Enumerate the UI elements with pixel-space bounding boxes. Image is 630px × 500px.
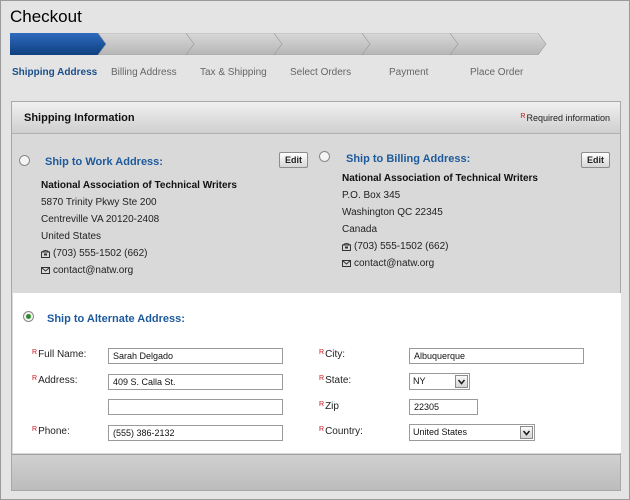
- edit-work-address-button[interactable]: Edit: [279, 152, 308, 168]
- work-address-email[interactable]: contact@natw.org: [53, 262, 133, 279]
- chevron-down-icon[interactable]: [455, 375, 468, 388]
- step-label-billing-address[interactable]: Billing Address: [111, 67, 177, 78]
- panel-title: Shipping Information: [24, 112, 135, 124]
- progress-chevrons: [10, 32, 547, 56]
- billing-address-phone-line: (703) 555-1502 (662): [342, 238, 538, 255]
- checkout-progress-bar: [10, 32, 550, 56]
- shipping-information-panel: Shipping Information RRequired informati…: [11, 101, 621, 491]
- billing-address-email[interactable]: contact@natw.org: [354, 255, 434, 272]
- chevron-down-icon[interactable]: [520, 426, 533, 439]
- work-address-line3: United States: [41, 231, 102, 242]
- zip-field[interactable]: [409, 399, 478, 415]
- work-address-block: National Association of Technical Writer…: [41, 177, 237, 279]
- required-marker: R: [520, 113, 526, 120]
- required-information-text: Required information: [526, 113, 610, 123]
- billing-address-line1: P.O. Box 345: [342, 190, 401, 201]
- phone-icon: [41, 250, 50, 258]
- step-chevron-2[interactable]: [97, 32, 195, 56]
- phone-label: RPhone:: [32, 426, 70, 437]
- required-marker: R: [32, 349, 38, 356]
- step-label-payment[interactable]: Payment: [389, 67, 428, 78]
- work-address-line2: Centreville VA 20120-2408: [41, 214, 160, 225]
- step-chevron-5[interactable]: [361, 32, 459, 56]
- address-label: RAddress:: [32, 375, 78, 386]
- work-address-email-line: contact@natw.org: [41, 262, 237, 279]
- required-information-note: RRequired information: [520, 113, 610, 123]
- envelope-icon: [342, 260, 351, 267]
- full-name-label: RFull Name:: [32, 349, 87, 360]
- country-selected-value: United States: [413, 427, 468, 437]
- required-marker: R: [319, 401, 325, 408]
- alternate-address-radio[interactable]: [23, 311, 34, 322]
- panel-footer: [12, 454, 620, 490]
- required-marker: R: [32, 426, 38, 433]
- phone-icon: [342, 243, 351, 251]
- full-name-field[interactable]: [108, 348, 283, 364]
- edit-billing-address-button[interactable]: Edit: [581, 152, 610, 168]
- zip-label: RZip: [319, 401, 339, 412]
- envelope-icon: [41, 267, 50, 274]
- alternate-address-section: Ship to Alternate Address: RFull Name: R…: [13, 293, 621, 453]
- city-field[interactable]: [409, 348, 584, 364]
- step-label-shipping-address[interactable]: Shipping Address: [12, 67, 97, 78]
- work-address-radio[interactable]: [19, 155, 30, 166]
- panel-header: Shipping Information RRequired informati…: [12, 102, 620, 134]
- required-marker: R: [319, 426, 325, 433]
- billing-address-heading: Ship to Billing Address:: [346, 153, 471, 165]
- city-label: RCity:: [319, 349, 346, 360]
- billing-address-org: National Association of Technical Writer…: [342, 173, 538, 184]
- state-select[interactable]: NY: [409, 373, 470, 390]
- billing-address-phone: (703) 555-1502 (662): [354, 241, 449, 252]
- page-title: Checkout: [10, 7, 82, 26]
- required-marker: R: [319, 349, 325, 356]
- billing-address-radio[interactable]: [319, 151, 330, 162]
- billing-address-block: National Association of Technical Writer…: [342, 170, 538, 272]
- phone-field[interactable]: [108, 425, 283, 441]
- alternate-address-heading: Ship to Alternate Address:: [47, 313, 185, 325]
- work-address-phone: (703) 555-1502 (662): [53, 248, 148, 259]
- step-label-place-order[interactable]: Place Order: [470, 67, 523, 78]
- work-address-phone-line: (703) 555-1502 (662): [41, 245, 237, 262]
- state-selected-value: NY: [413, 376, 426, 386]
- address-line1-field[interactable]: [108, 374, 283, 390]
- country-select[interactable]: United States: [409, 424, 535, 441]
- step-label-tax-shipping[interactable]: Tax & Shipping: [200, 67, 267, 78]
- checkout-window: Checkout Shipping Address Billing Addres…: [0, 0, 630, 500]
- step-chevron-1[interactable]: [10, 33, 106, 55]
- required-marker: R: [319, 375, 325, 382]
- state-label: RState:: [319, 375, 352, 386]
- step-chevron-4[interactable]: [273, 32, 371, 56]
- billing-address-line2: Washington QC 22345: [342, 207, 443, 218]
- billing-address-email-line: contact@natw.org: [342, 255, 538, 272]
- step-label-select-orders[interactable]: Select Orders: [290, 67, 351, 78]
- billing-address-line3: Canada: [342, 224, 378, 235]
- work-address-line1: 5870 Trinity Pkwy Ste 200: [41, 197, 157, 208]
- address-line2-field[interactable]: [108, 399, 283, 415]
- work-address-heading: Ship to Work Address:: [45, 156, 163, 168]
- step-chevron-3[interactable]: [185, 32, 283, 56]
- step-chevron-6[interactable]: [449, 32, 547, 56]
- work-address-org: National Association of Technical Writer…: [41, 180, 237, 191]
- country-label: RCountry:: [319, 426, 363, 437]
- required-marker: R: [32, 375, 38, 382]
